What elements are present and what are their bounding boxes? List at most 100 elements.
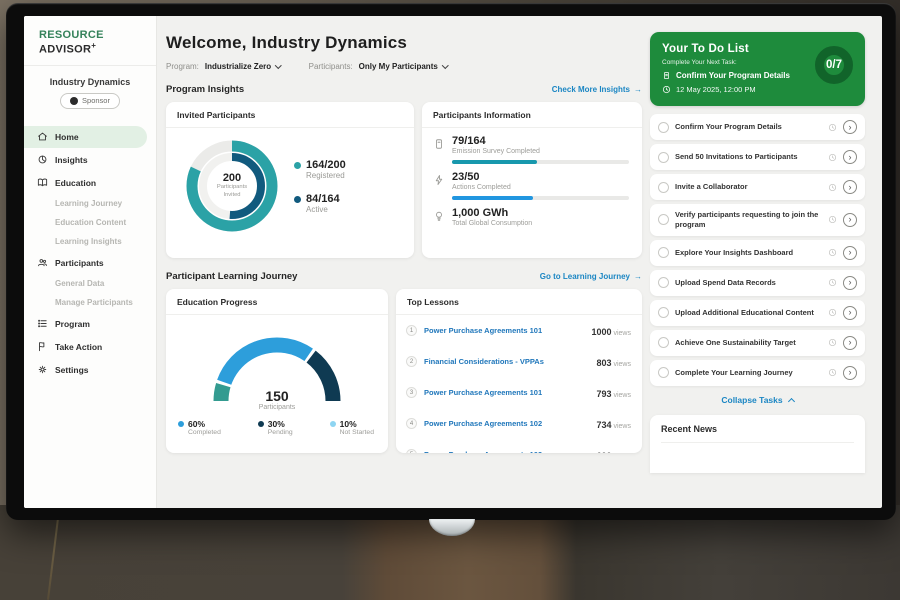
- invited-participants-card: Invited Participants: [166, 102, 414, 258]
- lesson-link[interactable]: Power Purchase Agreements 102: [424, 419, 589, 428]
- home-icon: [37, 131, 48, 142]
- task-checkbox[interactable]: [658, 307, 669, 318]
- arrow-right-icon: →: [634, 85, 642, 94]
- insights-cards-row: Invited Participants: [166, 102, 642, 258]
- logo-plus: +: [91, 41, 96, 50]
- progress-track: [452, 160, 629, 164]
- rank-badge: 1: [406, 325, 417, 336]
- task-item[interactable]: Verify participants requesting to join t…: [650, 204, 865, 236]
- rank-badge: 2: [406, 356, 417, 367]
- chevron-down-icon: [275, 62, 281, 68]
- task-item[interactable]: Confirm Your Program Details ›: [650, 114, 865, 140]
- chevron-right-button[interactable]: ›: [843, 276, 857, 290]
- rank-badge: 4: [406, 418, 417, 429]
- task-item[interactable]: Explore Your Insights Dashboard ›: [650, 240, 865, 266]
- gauge-legend: 60% Completed 30% Pending: [166, 411, 388, 436]
- sidebar-item-education[interactable]: Education: [24, 172, 156, 194]
- task-checkbox[interactable]: [658, 277, 669, 288]
- task-checkbox[interactable]: [658, 182, 669, 193]
- participants-filter-label: Participants:: [309, 62, 353, 71]
- chevron-right-button[interactable]: ›: [843, 150, 857, 164]
- rank-badge: 3: [406, 387, 417, 398]
- sidebar-item-settings[interactable]: Settings: [24, 359, 156, 381]
- lesson-link[interactable]: Power Purchase Agreements 103: [424, 450, 589, 453]
- document-icon: [662, 71, 671, 80]
- program-icon: [37, 318, 48, 329]
- task-checkbox[interactable]: [658, 122, 669, 133]
- sidebar-item-manage-participants[interactable]: Manage Participants: [24, 294, 156, 312]
- top-lessons-card: Top Lessons 1 Power Purchase Agreements …: [396, 289, 642, 453]
- sidebar-item-home[interactable]: Home: [24, 126, 147, 148]
- monitor-bezel: RESOURCE ADVISOR+ Industry Dynamics Spon…: [6, 3, 896, 520]
- sponsor-badge-label: Sponsor: [82, 96, 110, 105]
- chevron-right-button[interactable]: ›: [843, 366, 857, 380]
- lesson-link[interactable]: Financial Considerations - VPPAs: [424, 357, 589, 366]
- gauge-center-value: 150: [199, 388, 355, 404]
- task-checkbox[interactable]: [658, 337, 669, 348]
- legend-dot: [258, 421, 264, 427]
- task-item[interactable]: Complete Your Learning Journey ›: [650, 360, 865, 386]
- sidebar-item-education-content[interactable]: Education Content: [24, 214, 156, 232]
- logo-text-resource: RESOURCE: [39, 29, 104, 41]
- todo-next-task: Confirm Your Program Details: [676, 71, 790, 80]
- clock-icon: [828, 215, 837, 224]
- task-checkbox[interactable]: [658, 214, 669, 225]
- take-action-icon: [37, 341, 48, 352]
- legend-item-registered: 164/200 Registered: [294, 159, 346, 180]
- chevron-right-button[interactable]: ›: [843, 120, 857, 134]
- program-filter-label: Program:: [166, 62, 199, 71]
- participants-select[interactable]: Only My Participants: [359, 62, 448, 71]
- org-name: Industry Dynamics: [24, 77, 156, 87]
- learning-journey-header: Participant Learning Journey Go to Learn…: [166, 271, 642, 282]
- task-item[interactable]: Send 50 Invitations to Participants ›: [650, 144, 865, 170]
- sidebar-item-learning-insights[interactable]: Learning Insights: [24, 233, 156, 251]
- sidebar-item-insights[interactable]: Insights: [24, 149, 156, 171]
- go-to-learning-journey-link[interactable]: Go to Learning Journey →: [540, 272, 642, 281]
- sidebar-item-general-data[interactable]: General Data: [24, 275, 156, 293]
- lesson-row: 3 Power Purchase Agreements 101 793views: [396, 377, 642, 408]
- chevron-right-button[interactable]: ›: [843, 213, 857, 227]
- lesson-row: 1 Power Purchase Agreements 101 1000view…: [396, 315, 642, 346]
- todo-list-card: Your To Do List Complete Your Next Task:…: [650, 32, 865, 106]
- task-item[interactable]: Upload Additional Educational Content ›: [650, 300, 865, 326]
- sidebar-item-learning-journey[interactable]: Learning Journey: [24, 195, 156, 213]
- clock-icon: [828, 123, 837, 132]
- collapse-tasks-link[interactable]: Collapse Tasks: [650, 395, 865, 405]
- program-insights-heading: Program Insights: [166, 84, 244, 95]
- logo-text-advisor: ADVISOR: [39, 44, 91, 56]
- chevron-right-button[interactable]: ›: [843, 246, 857, 260]
- chevron-right-button[interactable]: ›: [843, 306, 857, 320]
- invited-participants-donut-chart: 200 Participants Invited: [180, 134, 284, 238]
- progress-track: [452, 196, 629, 200]
- lesson-link[interactable]: Power Purchase Agreements 101: [424, 388, 589, 397]
- task-item[interactable]: Achieve One Sustainability Target ›: [650, 330, 865, 356]
- sidebar-item-take-action[interactable]: Take Action: [24, 336, 156, 358]
- clock-icon: [828, 368, 837, 377]
- program-insights-header: Program Insights Check More Insights →: [166, 84, 642, 95]
- lesson-link[interactable]: Power Purchase Agreements 101: [424, 326, 584, 335]
- check-more-insights-link[interactable]: Check More Insights →: [552, 85, 642, 94]
- clock-icon: [828, 278, 837, 287]
- clock-icon: [828, 308, 837, 317]
- chevron-right-button[interactable]: ›: [843, 180, 857, 194]
- task-item[interactable]: Invite a Collaborator ›: [650, 174, 865, 200]
- learning-cards-row: Education Progress 150 Participants: [166, 289, 642, 453]
- todo-progress-ring: 0/7: [815, 46, 853, 84]
- task-checkbox[interactable]: [658, 247, 669, 258]
- todo-column: Your To Do List Complete Your Next Task:…: [650, 16, 882, 508]
- sidebar-item-participants[interactable]: Participants: [24, 252, 156, 274]
- lesson-row: 4 Power Purchase Agreements 102 734views: [396, 408, 642, 439]
- program-select[interactable]: Industrialize Zero: [205, 62, 281, 71]
- task-checkbox[interactable]: [658, 152, 669, 163]
- task-checkbox[interactable]: [658, 367, 669, 378]
- chevron-right-button[interactable]: ›: [843, 336, 857, 350]
- rank-badge: 5: [406, 449, 417, 453]
- survey-icon: [433, 135, 445, 164]
- metric-global-consumption: 1,000 GWh Total Global Consumption: [422, 200, 642, 227]
- card-title: Education Progress: [166, 289, 388, 315]
- participants-information-card: Participants Information 79/164 Emission…: [422, 102, 642, 258]
- arrow-right-icon: →: [634, 272, 642, 281]
- legend-dot: [294, 162, 301, 169]
- sidebar-item-program[interactable]: Program: [24, 313, 156, 335]
- task-item[interactable]: Upload Spend Data Records ›: [650, 270, 865, 296]
